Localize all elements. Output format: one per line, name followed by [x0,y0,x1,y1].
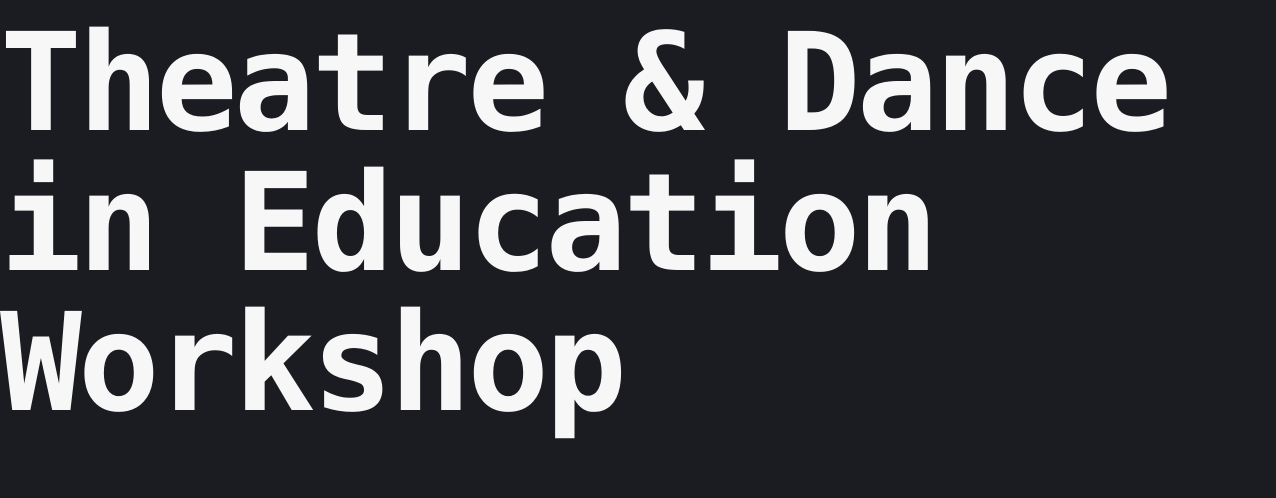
title-line-3: Workshop [0,285,627,443]
title-line-2: in Education [0,145,939,303]
page-title: Theatre & Dance in Education Workshop [0,5,1172,443]
title-line-1: Theatre & Dance [0,5,1172,163]
hero-banner: Theatre & Dance in Education Workshop [0,0,1276,498]
